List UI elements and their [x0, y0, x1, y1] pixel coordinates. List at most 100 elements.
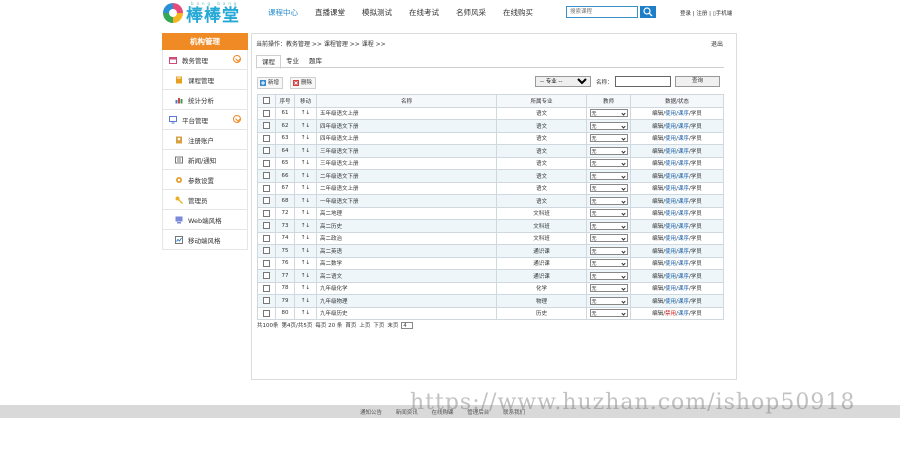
row-move[interactable]: ↑↓ — [294, 194, 317, 208]
row-op[interactable]: 学员 — [691, 124, 702, 130]
teacher-select[interactable]: 无 — [589, 259, 628, 268]
row-op[interactable]: 编辑 — [652, 149, 663, 155]
teacher-select[interactable]: 无 — [589, 134, 628, 143]
row-op[interactable]: 课序 — [678, 174, 689, 180]
pager-first[interactable]: 首页 — [345, 321, 356, 329]
row-op[interactable]: 学员 — [691, 249, 702, 255]
nav-teachers[interactable]: 名师风采 — [456, 7, 486, 18]
sidebar-item-news[interactable]: 新闻/通知 — [162, 150, 248, 170]
row-checkbox[interactable] — [263, 197, 270, 205]
row-op[interactable]: 学员 — [691, 261, 702, 267]
nav-online-exam[interactable]: 在线考试 — [409, 7, 439, 18]
row-op[interactable]: 学员 — [691, 224, 702, 230]
row-op[interactable]: 课序 — [678, 124, 689, 130]
sidebar-item-web-style[interactable]: Web端风格 — [162, 210, 248, 230]
row-op[interactable]: 使用 — [665, 199, 676, 205]
nav-live-class[interactable]: 直播课堂 — [315, 7, 345, 18]
row-op[interactable]: 课序 — [678, 111, 689, 117]
teacher-select[interactable]: 无 — [589, 221, 628, 230]
row-op[interactable]: 编辑 — [652, 261, 663, 267]
name-input[interactable] — [615, 76, 671, 87]
row-op[interactable]: 使用 — [665, 286, 676, 292]
teacher-select[interactable]: 无 — [589, 246, 628, 255]
row-op[interactable]: 课序 — [678, 161, 689, 167]
row-checkbox-cell[interactable] — [257, 306, 276, 320]
row-checkbox-cell[interactable] — [257, 119, 276, 133]
row-move[interactable]: ↑↓ — [294, 219, 317, 233]
row-op[interactable]: 学员 — [691, 211, 702, 217]
row-op[interactable]: 课序 — [678, 236, 689, 242]
teacher-select[interactable]: 无 — [589, 159, 628, 168]
row-checkbox[interactable] — [263, 147, 270, 155]
checkbox-box[interactable] — [263, 97, 270, 105]
row-checkbox-cell[interactable] — [257, 244, 276, 258]
row-op[interactable]: 编辑 — [652, 286, 663, 292]
row-op[interactable]: 课序 — [678, 249, 689, 255]
row-checkbox[interactable] — [263, 172, 270, 180]
row-op[interactable]: 编辑 — [652, 224, 663, 230]
sidebar-item-course-management[interactable]: 课程管理 — [162, 70, 248, 90]
nav-mock-test[interactable]: 模拟测试 — [362, 7, 392, 18]
search-input[interactable] — [566, 6, 638, 18]
row-op[interactable]: 学员 — [691, 236, 702, 242]
row-op[interactable]: 学员 — [691, 311, 702, 317]
row-op[interactable]: 学员 — [691, 136, 702, 142]
row-checkbox-cell[interactable] — [257, 231, 276, 245]
row-checkbox-cell[interactable] — [257, 156, 276, 170]
row-op[interactable]: 课序 — [678, 261, 689, 267]
nav-online-purchase[interactable]: 在线购买 — [503, 7, 533, 18]
row-checkbox[interactable] — [263, 122, 270, 130]
row-op[interactable]: 课序 — [678, 299, 689, 305]
row-op[interactable]: 学员 — [691, 286, 702, 292]
row-op[interactable]: 编辑 — [652, 174, 663, 180]
teacher-select[interactable]: 无 — [589, 284, 628, 293]
row-checkbox-cell[interactable] — [257, 169, 276, 183]
tab-question-bank[interactable]: 题库 — [304, 55, 327, 67]
logo[interactable]: 棒棒堂 bang bang tang — [163, 1, 240, 26]
row-move[interactable]: ↑↓ — [294, 156, 317, 170]
row-checkbox-cell[interactable] — [257, 106, 276, 120]
row-checkbox[interactable] — [263, 109, 270, 117]
chevron-down-icon[interactable] — [233, 115, 241, 123]
teacher-select[interactable]: 无 — [589, 109, 628, 118]
row-op[interactable]: 编辑 — [652, 299, 663, 305]
row-op[interactable]: 编辑 — [652, 249, 663, 255]
major-select[interactable]: -- 专业 -- — [535, 76, 591, 87]
teacher-select[interactable]: 无 — [589, 146, 628, 155]
query-button[interactable]: 查询 — [675, 76, 720, 87]
add-button[interactable]: 新增 — [257, 77, 284, 89]
row-op[interactable]: 学员 — [691, 174, 702, 180]
sidebar-item-statistics[interactable]: 统计分析 — [162, 90, 248, 110]
row-checkbox-cell[interactable] — [257, 194, 276, 208]
chevron-down-icon[interactable] — [233, 55, 241, 63]
row-op[interactable]: 编辑 — [652, 199, 663, 205]
teacher-select[interactable]: 无 — [589, 234, 628, 243]
row-op[interactable]: 课序 — [678, 199, 689, 205]
row-op[interactable]: 使用 — [665, 186, 676, 192]
sidebar-item-register-accounts[interactable]: 注册账户 — [162, 130, 248, 150]
row-op[interactable]: 编辑 — [652, 161, 663, 167]
page-select[interactable]: 4 — [401, 321, 414, 329]
row-checkbox-cell[interactable] — [257, 294, 276, 308]
row-op[interactable]: 使用 — [665, 299, 676, 305]
row-checkbox-cell[interactable] — [257, 131, 276, 145]
pager-last[interactable]: 末页 — [387, 321, 398, 329]
row-op[interactable]: 课序 — [678, 186, 689, 192]
teacher-select[interactable]: 无 — [589, 121, 628, 130]
row-checkbox-cell[interactable] — [257, 144, 276, 158]
row-op[interactable]: 使用 — [665, 124, 676, 130]
row-move[interactable]: ↑↓ — [294, 106, 317, 120]
row-op[interactable]: 编辑 — [652, 211, 663, 217]
row-checkbox-cell[interactable] — [257, 219, 276, 233]
row-op[interactable]: 编辑 — [652, 186, 663, 192]
row-move[interactable]: ↑↓ — [294, 294, 317, 308]
delete-button[interactable]: 删除 — [290, 77, 317, 89]
row-checkbox-cell[interactable] — [257, 181, 276, 195]
row-op[interactable]: 使用 — [665, 249, 676, 255]
row-op[interactable]: 使用 — [665, 136, 676, 142]
row-move[interactable]: ↑↓ — [294, 131, 317, 145]
row-checkbox[interactable] — [263, 272, 270, 280]
row-op[interactable]: 编辑 — [652, 236, 663, 242]
row-checkbox[interactable] — [263, 284, 270, 292]
row-op[interactable]: 学员 — [691, 161, 702, 167]
